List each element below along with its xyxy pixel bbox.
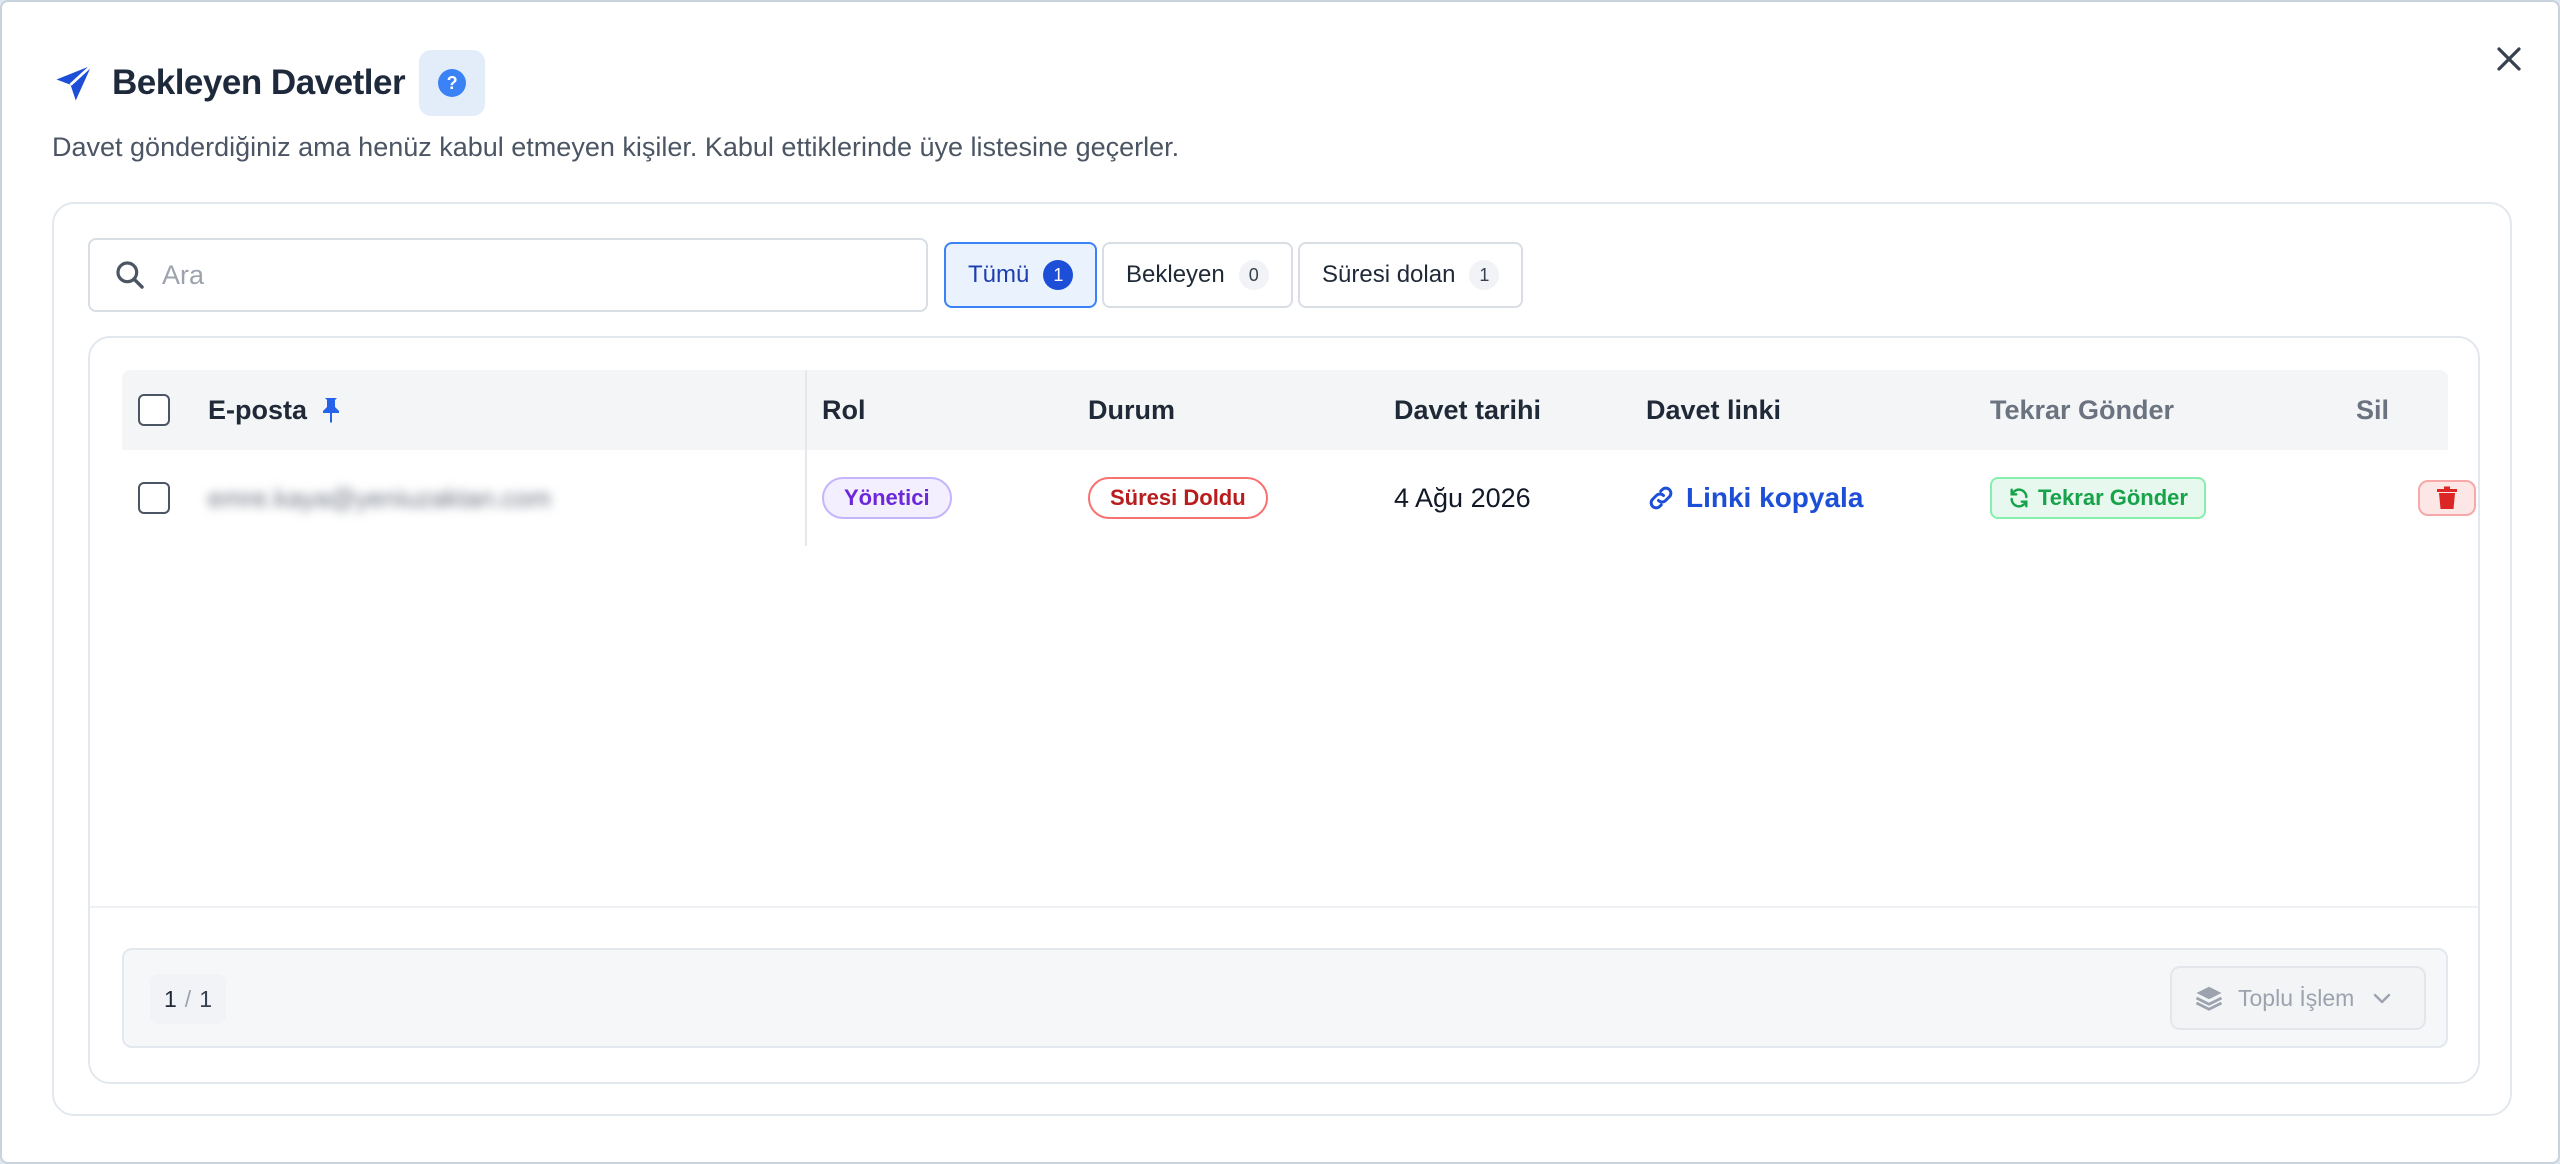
column-header-invite-link: Davet linki (1646, 394, 1782, 425)
row-select-cell (138, 450, 170, 546)
table-footer-divider (90, 906, 2478, 908)
table-row: emre.kaya@yeniuzaktan.com Yönetici Süres… (122, 450, 2476, 546)
invitations-panel: Tümü 1 Bekleyen 0 Süresi dolan 1 E-posta… (52, 202, 2512, 1116)
copy-link-button[interactable]: Linki kopyala (1646, 482, 1863, 514)
invite-link-cell: Linki kopyala (1646, 450, 1863, 546)
table-footer: 1 / 1 Toplu İşlem (122, 948, 2448, 1048)
layers-icon (2195, 986, 2223, 1011)
role-badge: Yönetici (822, 477, 952, 519)
delete-cell (2418, 450, 2476, 546)
page-separator: / (184, 985, 192, 1012)
filter-label: Tümü (968, 261, 1030, 288)
filter-tab-all[interactable]: Tümü 1 (944, 242, 1098, 308)
column-header-role: Rol (822, 394, 866, 425)
column-header-email[interactable]: E-posta (208, 370, 343, 450)
resend-label: Tekrar Gönder (2038, 485, 2188, 510)
page-current: 1 (164, 985, 177, 1012)
close-icon (2497, 47, 2521, 71)
bulk-action-dropdown[interactable]: Toplu İşlem (2170, 966, 2426, 1030)
search-box[interactable] (88, 238, 928, 312)
filter-tab-pending[interactable]: Bekleyen 0 (1102, 242, 1293, 308)
table-header: E-posta Rol Durum Davet tarihi Davet lin… (122, 370, 2448, 450)
column-header-invite-date: Davet tarihi (1394, 394, 1542, 425)
filter-label: Bekleyen (1126, 261, 1225, 288)
help-button[interactable]: ? (419, 50, 486, 116)
filter-count: 1 (1043, 260, 1074, 290)
search-icon (116, 261, 144, 289)
page-subtitle: Davet gönderdiğiniz ama henüz kabul etme… (52, 132, 1180, 162)
role-cell: Yönetici (822, 450, 952, 546)
email-cell: emre.kaya@yeniuzaktan.com (208, 450, 551, 546)
select-all-checkbox[interactable] (138, 394, 170, 426)
filter-count: 1 (1469, 260, 1500, 290)
modal-header: Bekleyen Davetler ? (52, 50, 486, 116)
filter-tab-expired[interactable]: Süresi dolan 1 (1298, 242, 1524, 308)
close-button[interactable] (2482, 32, 2536, 86)
filter-label: Süresi dolan (1322, 261, 1456, 288)
invitee-email: emre.kaya@yeniuzaktan.com (208, 482, 551, 513)
column-label: E-posta (208, 394, 308, 425)
resend-button[interactable]: Tekrar Gönder (1990, 477, 2206, 519)
link-icon (1649, 486, 1673, 510)
status-badge: Süresi Doldu (1088, 477, 1268, 519)
search-input[interactable] (162, 259, 862, 291)
chevron-down-icon (2374, 993, 2391, 1004)
delete-button[interactable] (2418, 480, 2476, 516)
invitations-table: E-posta Rol Durum Davet tarihi Davet lin… (88, 336, 2480, 1084)
refresh-icon (2010, 488, 2028, 508)
question-icon: ? (438, 69, 467, 97)
pagination: 1 / 1 (150, 974, 226, 1024)
invite-date-cell: 4 Ağu 2026 (1394, 482, 1531, 513)
resend-cell: Tekrar Gönder (1990, 450, 2206, 546)
trash-icon (2437, 486, 2457, 509)
bulk-action-label: Toplu İşlem (2238, 984, 2355, 1011)
column-header-status: Durum (1088, 394, 1175, 425)
pin-icon[interactable] (319, 396, 343, 424)
pending-invitations-modal: Bekleyen Davetler ? Davet gönderdiğiniz … (0, 0, 2560, 1164)
column-header-delete: Sil (2356, 394, 2390, 425)
row-checkbox[interactable] (138, 482, 170, 514)
paper-plane-icon (52, 61, 96, 105)
copy-link-label: Linki kopyala (1686, 482, 1864, 513)
page-title: Bekleyen Davetler (112, 63, 406, 102)
status-cell: Süresi Doldu (1088, 450, 1268, 546)
filter-count: 0 (1238, 260, 1269, 290)
page-total: 1 (199, 985, 212, 1012)
select-all-cell (138, 370, 170, 450)
column-header-resend: Tekrar Gönder (1990, 394, 2175, 425)
